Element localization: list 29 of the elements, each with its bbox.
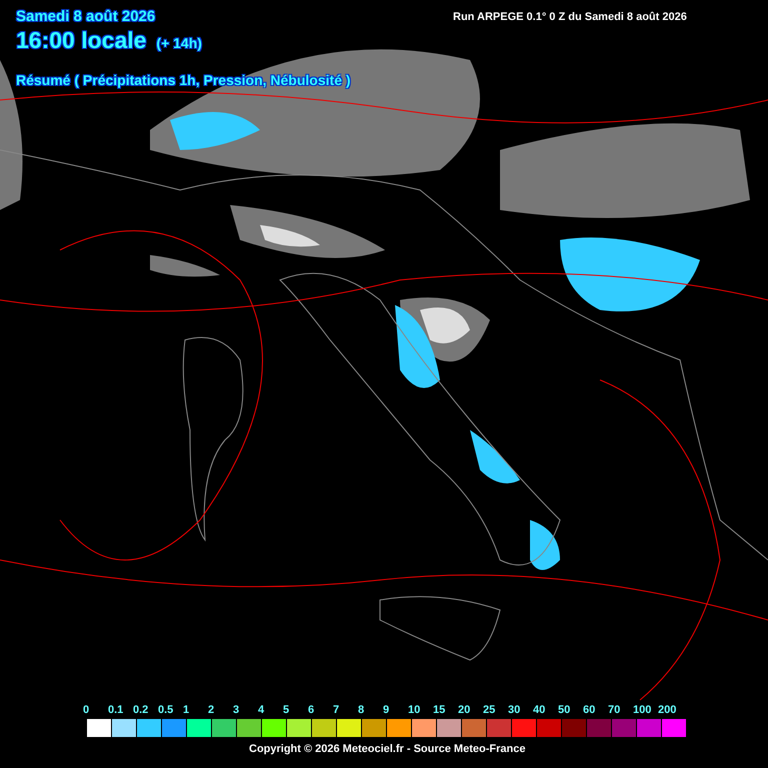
forecast-time: 16:00 locale <box>16 27 146 54</box>
legend-label: 100 <box>633 704 652 718</box>
legend-label: 25 <box>483 704 496 718</box>
legend-label: 40 <box>533 704 546 718</box>
legend-label: 8 <box>358 704 364 718</box>
legend-label: 20 <box>458 704 470 718</box>
legend-label: 9 <box>383 704 390 718</box>
forecast-offset: (+ 14h) <box>156 35 202 51</box>
forecast-date: Samedi 8 août 2026 <box>16 8 156 25</box>
legend-label: 200 <box>658 704 676 718</box>
legend-label: 0 <box>83 704 90 718</box>
legend-label: 60 <box>583 704 596 718</box>
legend-label: 1 <box>183 704 190 718</box>
legend-label: 0.1 <box>108 704 124 718</box>
legend-label: 4 <box>258 704 264 718</box>
legend-label: 30 <box>508 704 520 718</box>
legend-label: 0.5 <box>158 704 174 718</box>
legend-label: 5 <box>283 704 290 718</box>
model-run-label: Run ARPEGE 0.1° 0 Z du Samedi 8 août 2026 <box>453 11 687 23</box>
legend-label: 2 <box>208 704 214 718</box>
legend-label: 3 <box>233 704 240 718</box>
legend-label: 10 <box>408 704 420 718</box>
legend-label: 70 <box>608 704 620 718</box>
legend-label: 6 <box>308 704 314 718</box>
legend-label: 0.2 <box>133 704 148 718</box>
legend-label: 50 <box>558 704 570 718</box>
legend-label: 7 <box>333 704 340 718</box>
copyright-text: Copyright © 2026 Meteociel.fr - Source Meteo-France <box>249 743 526 755</box>
legend-label: 15 <box>433 704 446 718</box>
